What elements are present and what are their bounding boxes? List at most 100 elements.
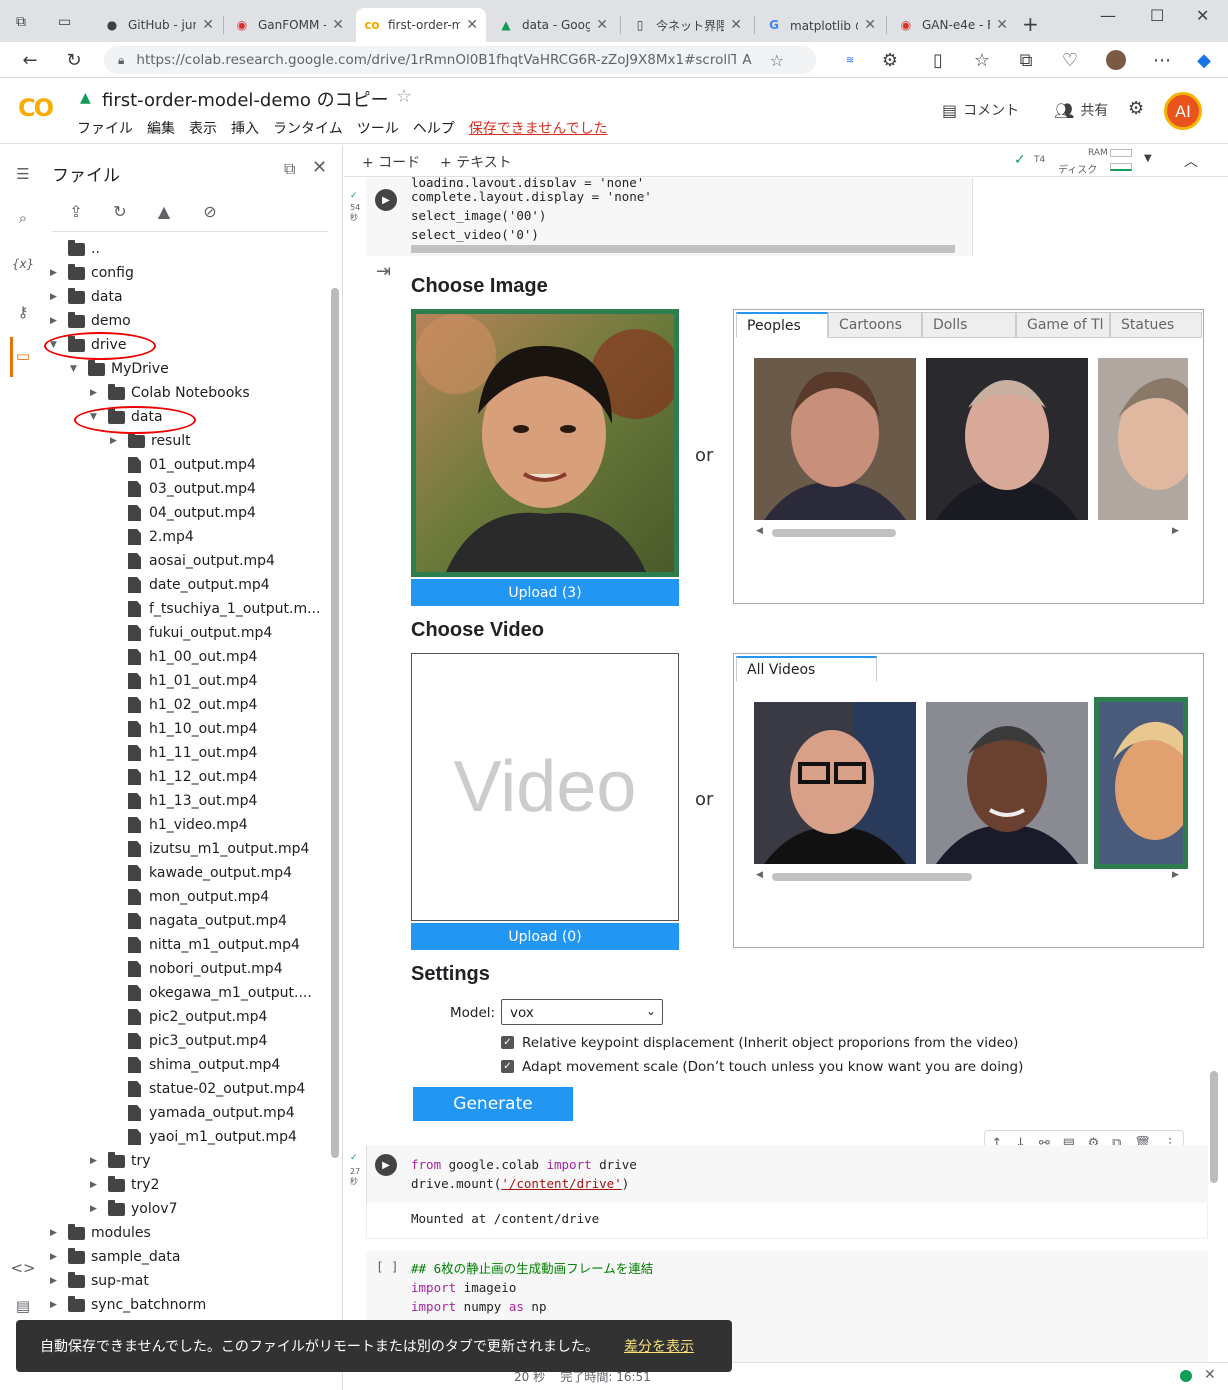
folder-icon[interactable]: ▭ [12, 345, 34, 367]
open-in-tab-icon[interactable]: ⧉ [284, 159, 295, 179]
browser-tab-google[interactable]: G matplotlib の ✕ [758, 8, 884, 42]
file-item[interactable]: 04_output.mp4 [128, 502, 256, 524]
folder-item[interactable]: ▶ yolov7 [90, 1198, 178, 1220]
refresh-folder-icon[interactable]: ↻ [108, 199, 132, 223]
file-item[interactable]: date_output.mp4 [128, 574, 270, 596]
file-item[interactable]: pic2_output.mp4 [128, 1006, 267, 1028]
file-item[interactable]: h1_video.mp4 [128, 814, 248, 836]
chevron-right-icon[interactable]: ▶ [110, 436, 122, 446]
save-warning-link[interactable]: 保存できませんでした [469, 118, 608, 138]
folder-item[interactable]: ▶ data [50, 286, 123, 308]
chevron-right-icon[interactable]: ▶ [90, 1180, 102, 1190]
minimize-button[interactable]: — [1100, 6, 1116, 25]
close-icon[interactable]: ✕ [202, 17, 214, 33]
chevron-right-icon[interactable]: ▶ [50, 316, 62, 326]
browser-tab-drive[interactable]: ▲ data - Googl ✕ [490, 8, 616, 42]
chevron-right-icon[interactable]: ▶ [90, 1156, 102, 1166]
search-icon[interactable]: ⌕ [12, 207, 34, 229]
run-cell-button[interactable]: ▶ [375, 189, 397, 211]
scroll-left-arrow-icon[interactable]: ◀ [756, 870, 763, 880]
split-screen-icon[interactable]: ▯ [926, 48, 950, 72]
chevron-right-icon[interactable]: ▶ [50, 1276, 62, 1286]
close-icon[interactable]: ✕ [864, 17, 876, 33]
file-item[interactable]: nobori_output.mp4 [128, 958, 283, 980]
video-thumb-2[interactable] [926, 702, 1088, 864]
chevron-down-icon[interactable]: ▼ [1144, 153, 1152, 164]
file-item[interactable]: mon_output.mp4 [128, 886, 269, 908]
hide-files-icon[interactable]: ⊘ [198, 199, 222, 223]
folder-item[interactable]: ▼ MyDrive [70, 358, 169, 380]
main-scrollbar[interactable] [1210, 1071, 1218, 1183]
browser-tab-github[interactable]: ● GitHub - jun ✕ [96, 8, 222, 42]
chevron-right-icon[interactable]: ▶ [50, 268, 62, 278]
star-icon[interactable]: ☆ [396, 86, 412, 107]
video-thumb-1[interactable] [754, 702, 916, 864]
file-item[interactable]: 01_output.mp4 [128, 454, 256, 476]
folder-item[interactable]: ▶ demo [50, 310, 131, 332]
toc-icon[interactable]: ☰ [12, 163, 34, 185]
image-thumb-1[interactable] [754, 358, 916, 520]
notebook-title[interactable]: first-order-model-demo のコピー [102, 86, 389, 112]
file-item[interactable]: f_tsuchiya_1_output.m... [128, 598, 320, 620]
close-icon[interactable]: ✕ [312, 157, 327, 178]
chevron-right-icon[interactable]: ▶ [50, 1228, 62, 1238]
close-icon[interactable]: ✕ [996, 17, 1008, 33]
tab-game-of-thrones[interactable]: Game of Tl [1016, 312, 1110, 338]
file-item[interactable]: izutsu_m1_output.mp4 [128, 838, 309, 860]
scroll-left-arrow-icon[interactable]: ◀ [756, 526, 763, 536]
tab-actions-icon[interactable]: ▭ [58, 14, 78, 32]
file-item[interactable]: kawade_output.mp4 [128, 862, 292, 884]
file-item[interactable]: h1_01_out.mp4 [128, 670, 257, 692]
file-item[interactable]: okegawa_m1_output.... [128, 982, 312, 1004]
tab-cartoons[interactable]: Cartoons [828, 312, 922, 338]
chevron-right-icon[interactable]: ▶ [90, 1204, 102, 1214]
tab-statues[interactable]: Statues [1110, 312, 1202, 338]
browser-tab-ganfomm[interactable]: ◉ GanFOMM - ✕ [226, 8, 352, 42]
menu-runtime[interactable]: ランタイム [273, 118, 343, 138]
scroll-right-arrow-icon[interactable]: ▶ [1172, 526, 1179, 536]
reload-icon[interactable]: ↻ [62, 48, 86, 72]
browser-tab-doc[interactable]: ▯ 今ネット界隈 ✕ [624, 8, 750, 42]
code-snippets-icon[interactable]: <> [10, 1257, 35, 1279]
folder-item[interactable]: ▶ sup-mat [50, 1270, 149, 1292]
menu-insert[interactable]: 挿入 [231, 118, 259, 138]
scroll-right-arrow-icon[interactable]: ▶ [1172, 870, 1179, 880]
window-close-button[interactable]: ✕ [1196, 6, 1209, 25]
share-button[interactable]: 👥︎ 共有 [1054, 100, 1108, 120]
more-menu-icon[interactable]: ⋯ [1150, 48, 1174, 72]
file-item[interactable]: h1_02_out.mp4 [128, 694, 257, 716]
back-arrow-icon[interactable]: ← [18, 48, 42, 72]
run-cell-button[interactable]: ▶ [375, 1154, 397, 1176]
puzzle-icon[interactable]: ⚙ [878, 48, 902, 72]
menu-tools[interactable]: ツール [357, 118, 399, 138]
video-thumbs-scrollbar[interactable] [772, 873, 972, 881]
file-item[interactable]: h1_00_out.mp4 [128, 646, 257, 668]
folder-item[interactable]: ▶ sample_data [50, 1246, 180, 1268]
file-item[interactable]: yaoi_m1_output.mp4 [128, 1126, 297, 1148]
folder-item[interactable]: ▶ modules [50, 1222, 151, 1244]
key-icon[interactable]: ⚷ [12, 301, 34, 323]
show-diff-link[interactable]: 差分を表示 [624, 1336, 694, 1356]
upload-file-icon[interactable]: ⇪ [64, 199, 88, 223]
performance-icon[interactable]: ♡ [1058, 48, 1082, 72]
relative-keypoint-checkbox[interactable]: ✓ [501, 1036, 514, 1049]
folder-item[interactable]: ▶ try [90, 1150, 151, 1172]
file-item[interactable]: shima_output.mp4 [128, 1054, 280, 1076]
file-item[interactable]: nagata_output.mp4 [128, 910, 287, 932]
chevron-down-icon[interactable]: ▼ [70, 364, 82, 374]
image-thumb-2[interactable] [926, 358, 1088, 520]
selected-image[interactable] [411, 309, 679, 577]
profile-icon[interactable] [1104, 48, 1128, 72]
file-item[interactable]: yamada_output.mp4 [128, 1102, 295, 1124]
url-field[interactable]: 🔒︎ https://colab.research.google.com/dri… [104, 46, 816, 74]
new-tab-button[interactable]: + [1022, 12, 1039, 36]
workspaces-icon[interactable]: ⧉ [16, 14, 36, 32]
close-icon[interactable]: ✕ [1204, 1367, 1216, 1383]
close-icon[interactable]: ✕ [466, 17, 478, 33]
image-thumb-3[interactable] [1098, 358, 1188, 520]
cell1-hscrollbar[interactable] [411, 245, 955, 253]
file-item[interactable]: pic3_output.mp4 [128, 1030, 267, 1052]
file-item[interactable]: nitta_m1_output.mp4 [128, 934, 300, 956]
file-item[interactable]: statue-02_output.mp4 [128, 1078, 305, 1100]
colab-logo[interactable]: CO [18, 94, 54, 122]
